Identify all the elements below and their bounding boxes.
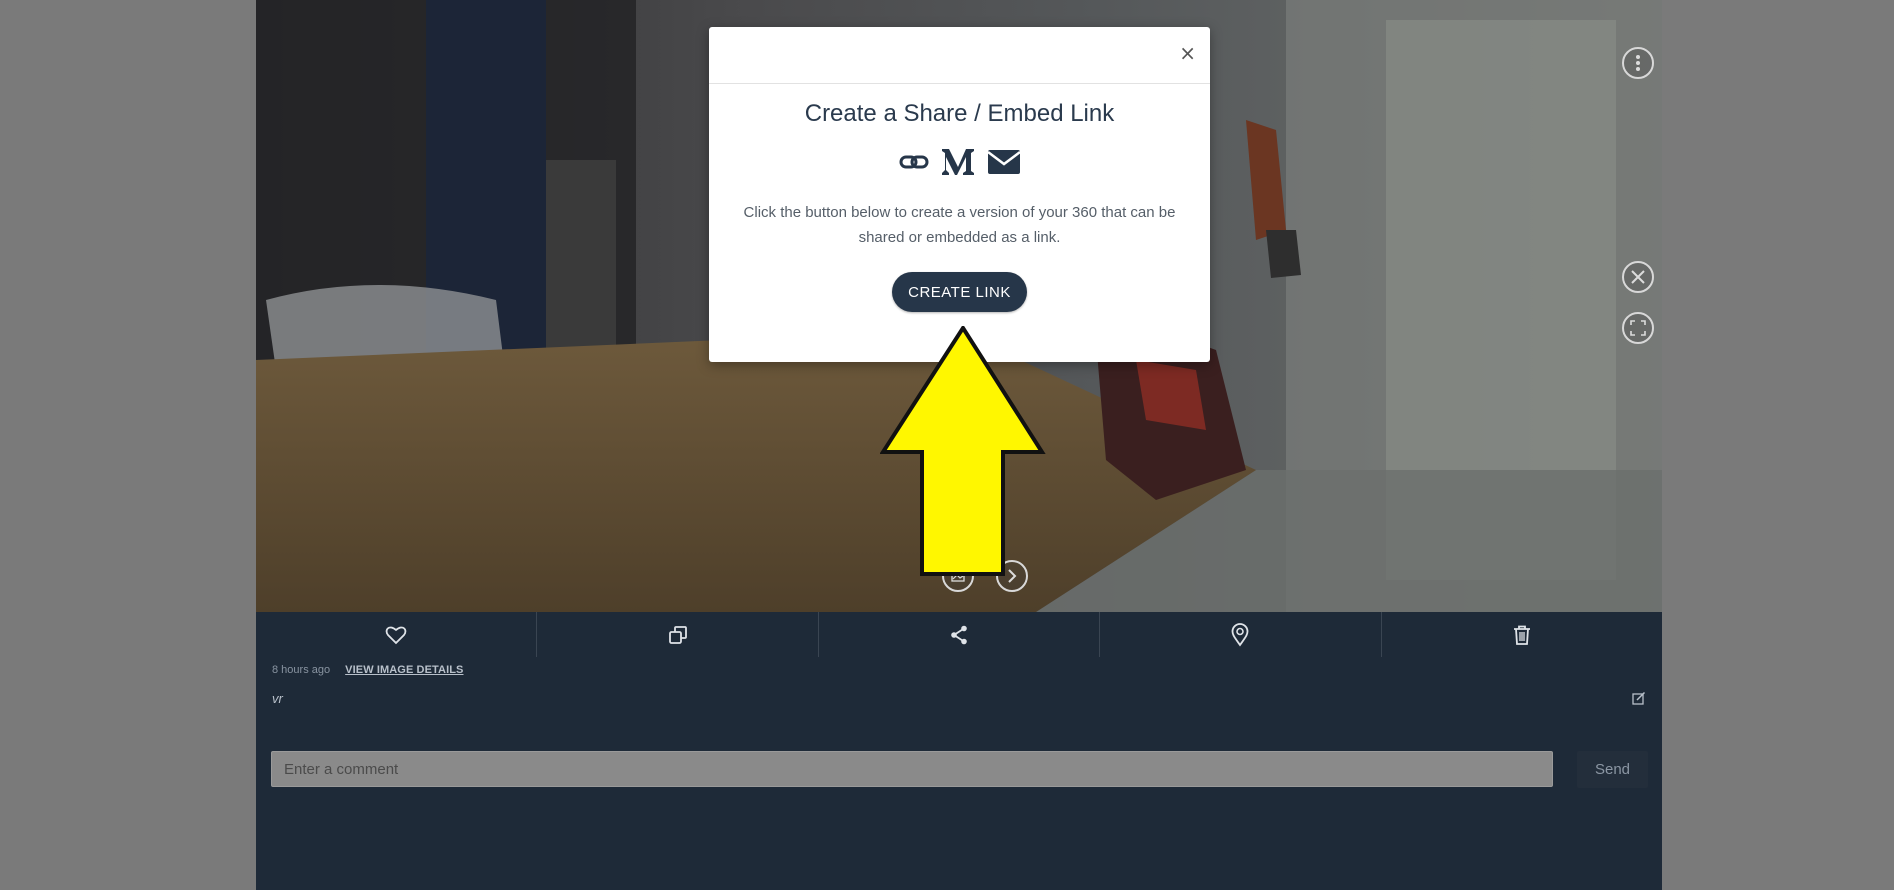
modal-close-button[interactable]: × <box>1179 43 1196 63</box>
meta-row: 8 hours ago VIEW IMAGE DETAILS <box>272 664 464 676</box>
link-icon <box>899 155 928 169</box>
envelope-icon <box>986 150 1021 174</box>
medium-icon <box>941 149 974 175</box>
trash-icon <box>1513 625 1530 645</box>
edit-caption-button[interactable] <box>1632 691 1646 710</box>
fullscreen-button[interactable] <box>1622 312 1654 344</box>
share-icon <box>951 625 967 644</box>
comment-input[interactable] <box>271 751 1553 787</box>
share-embed-modal: × Create a Share / Embed Link Click the … <box>709 27 1210 362</box>
send-comment-button[interactable]: Send <box>1577 751 1648 788</box>
image-caption: vr <box>272 691 283 706</box>
vertical-dots-icon <box>1636 55 1640 71</box>
image-info-panel: 8 hours ago VIEW IMAGE DETAILS vr Send <box>256 657 1662 890</box>
share-button[interactable] <box>819 612 1101 657</box>
modal-description: Click the button below to create a versi… <box>743 204 1176 246</box>
timestamp: 8 hours ago <box>272 664 331 676</box>
circle-x-icon <box>1631 270 1645 284</box>
copy-icon <box>668 625 687 644</box>
fullscreen-icon <box>1630 320 1646 336</box>
modal-title: Create a Share / Embed Link <box>804 100 1115 127</box>
like-button[interactable] <box>256 612 538 657</box>
create-link-button[interactable]: CREATE LINK <box>892 272 1027 312</box>
more-options-button[interactable] <box>1622 47 1654 79</box>
view-image-details-link[interactable]: VIEW IMAGE DETAILS <box>345 664 463 676</box>
edit-icon <box>1632 691 1646 705</box>
action-toolbar <box>256 612 1662 658</box>
location-button[interactable] <box>1100 612 1382 657</box>
annotation-arrow <box>880 326 1046 576</box>
delete-button[interactable] <box>1382 612 1662 657</box>
duplicate-button[interactable] <box>537 612 819 657</box>
close-viewer-button[interactable] <box>1622 261 1654 293</box>
modal-header: × <box>709 27 1210 84</box>
share-icons <box>709 146 1210 178</box>
heart-icon <box>385 626 407 644</box>
map-pin-icon <box>1232 622 1249 647</box>
